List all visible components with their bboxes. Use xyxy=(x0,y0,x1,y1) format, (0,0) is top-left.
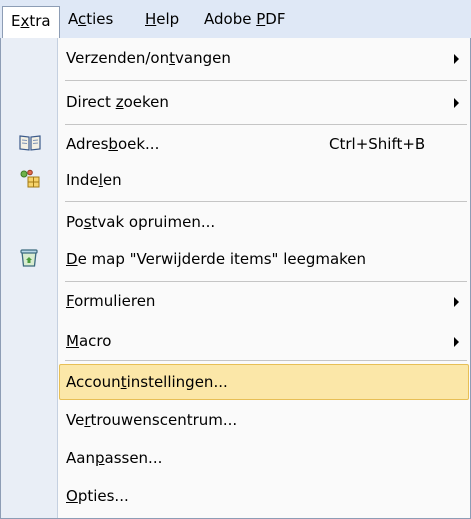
accel-key: p xyxy=(94,449,105,467)
submenu-arrow-icon xyxy=(454,297,459,307)
menu-adobe-pdf-label-rest: DF xyxy=(265,10,286,28)
menu-adobe-pdf-accel: P xyxy=(256,10,266,28)
accel-key: D xyxy=(66,250,78,268)
label-part: Accoun xyxy=(66,373,121,391)
menu-item-opties[interactable]: Opties... xyxy=(1,478,470,514)
menu-acties-label: A xyxy=(68,10,78,28)
menu-item-label: Opties... xyxy=(66,487,129,505)
label-part: en xyxy=(102,171,122,189)
menu-item-macro[interactable]: Macro xyxy=(1,323,470,359)
menu-item-label: Indelen xyxy=(66,171,122,189)
menu-separator xyxy=(65,80,467,81)
menu-item-vertrouwenscentrum[interactable]: Vertrouwenscentrum... xyxy=(1,402,470,438)
accel-key: F xyxy=(66,292,75,310)
menu-item-accountinstellingen[interactable]: Accountinstellingen... xyxy=(59,364,469,400)
accel-key: z xyxy=(115,93,124,111)
menu-help-accel: H xyxy=(145,10,157,28)
accel-key: b xyxy=(108,135,118,153)
menu-item-direct-zoeken[interactable]: Direct zoeken xyxy=(1,84,470,120)
menu-item-postvak-opruimen[interactable]: Postvak opruimen... xyxy=(1,204,470,240)
label-part: e map "Verwijderde items" leegmaken xyxy=(77,250,367,268)
menu-acties[interactable]: Acties xyxy=(60,8,121,32)
label-part: Aan xyxy=(66,449,95,467)
menu-help-label-rest: elp xyxy=(156,10,180,28)
label-part: Po xyxy=(66,213,84,231)
label-part: tvak opruimen... xyxy=(91,213,216,231)
menu-item-label: Formulieren xyxy=(66,292,155,310)
menu-item-label: Macro xyxy=(66,332,111,350)
label-part: Inde xyxy=(66,171,99,189)
label-part: Verzenden/on xyxy=(66,49,170,67)
menu-item-map-leegmaken[interactable]: De map "Verwijderde items" leegmaken xyxy=(1,241,470,277)
menu-item-formulieren[interactable]: Formulieren xyxy=(1,283,470,319)
menu-bar: Extra Acties Help Adobe PDF xyxy=(0,0,471,39)
menu-separator xyxy=(65,124,467,125)
submenu-arrow-icon xyxy=(454,54,459,64)
menu-adobe-pdf[interactable]: Adobe PDF xyxy=(196,8,293,32)
label-part: Ve xyxy=(66,411,85,429)
menu-item-label: De map "Verwijderde items" leegmaken xyxy=(66,250,366,268)
menu-item-label: Direct zoeken xyxy=(66,93,169,111)
menu-item-label: Adresboek... xyxy=(66,135,159,153)
menu-adobe-pdf-label: Adobe xyxy=(204,10,257,28)
menu-item-verzenden-ontvangen[interactable]: Verzenden/ontvangen xyxy=(1,40,470,76)
menu-separator xyxy=(65,360,467,361)
label-part: instellingen... xyxy=(126,373,228,391)
menu-item-adresboek[interactable]: Adresboek... Ctrl+Shift+B xyxy=(1,126,470,162)
label-part: ormulieren xyxy=(74,292,156,310)
menu-item-label: Aanpassen... xyxy=(66,449,162,467)
accel-key: O xyxy=(66,487,78,505)
label-part: vangen xyxy=(175,49,231,67)
address-book-icon xyxy=(19,134,41,156)
menu-extra[interactable]: Extra xyxy=(2,6,60,38)
recycle-bin-icon xyxy=(19,248,39,272)
shortcut-label: Ctrl+Shift+B xyxy=(329,135,426,153)
menu-help[interactable]: Help xyxy=(137,8,187,32)
menu-item-label: Accountinstellingen... xyxy=(66,373,228,391)
menu-separator xyxy=(65,201,467,202)
accel-key: s xyxy=(83,213,92,231)
menu-item-label: Postvak opruimen... xyxy=(66,213,215,231)
menu-item-label: Vertrouwenscentrum... xyxy=(66,411,237,429)
submenu-arrow-icon xyxy=(454,337,459,347)
extra-dropdown-menu: Verzenden/ontvangen Direct zoeken Adresb… xyxy=(0,38,471,519)
label-part: oek... xyxy=(117,135,160,153)
menu-extra-label-rest: tra xyxy=(29,12,51,30)
label-part: pties... xyxy=(77,487,129,505)
label-part: trouwenscentrum... xyxy=(90,411,238,429)
submenu-arrow-icon xyxy=(454,98,459,108)
menu-separator xyxy=(65,281,467,282)
menu-item-indelen[interactable]: Indelen xyxy=(1,162,470,198)
label-part: assen... xyxy=(104,449,163,467)
menu-item-aanpassen[interactable]: Aanpassen... xyxy=(1,440,470,476)
menu-acties-label-rest: ties xyxy=(86,10,114,28)
menu-item-label: Verzenden/ontvangen xyxy=(66,49,231,67)
label-part: Adres xyxy=(66,135,109,153)
label-part: acro xyxy=(78,332,112,350)
menu-acties-accel: c xyxy=(78,10,87,28)
label-part: oeken xyxy=(123,93,169,111)
accel-key: M xyxy=(66,332,79,350)
organize-icon xyxy=(19,169,41,193)
label-part: Direct xyxy=(66,93,116,111)
